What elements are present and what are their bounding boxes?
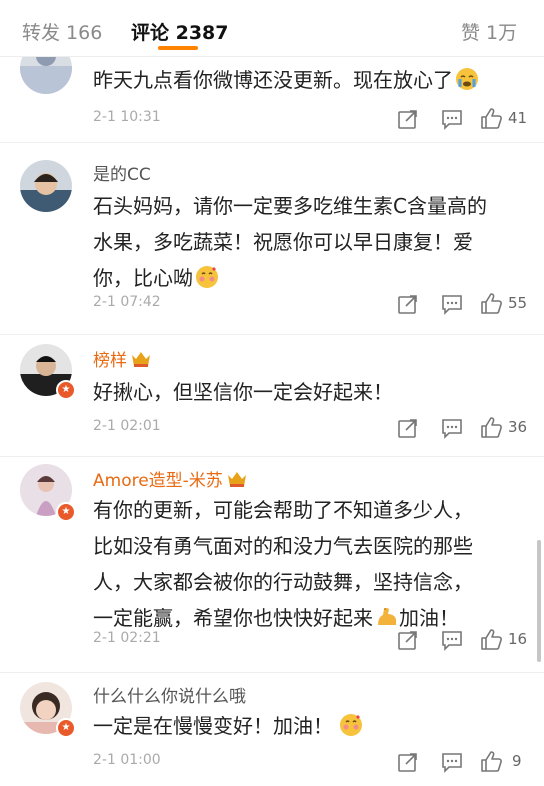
comment-text: 一定是在慢慢变好！加油！ — [93, 708, 523, 744]
comment-item: 昨天九点看你微博还没更新。现在放心了 2-1 10:31 41 — [0, 42, 544, 143]
comment-time: 2-1 02:01 — [93, 418, 161, 434]
repost-icon[interactable] — [396, 107, 420, 131]
tab-comments[interactable]: 评论 2387 — [131, 18, 229, 45]
crown-icon — [132, 352, 150, 367]
active-tab-indicator — [158, 46, 198, 50]
username[interactable]: 榜样 — [93, 346, 151, 371]
comment-text: 石头妈妈，请你一定要多吃维生素C含量高的 水果，多吃蔬菜！祝愿你可以早日康复！爱… — [93, 194, 487, 290]
like-icon[interactable] — [480, 628, 504, 652]
blush-heart-face-icon — [196, 266, 218, 288]
like-icon[interactable] — [480, 750, 504, 774]
scrollbar[interactable] — [537, 540, 541, 662]
repost-icon[interactable] — [396, 628, 420, 652]
like-icon[interactable] — [480, 107, 504, 131]
verified-badge-icon: ★ — [56, 380, 76, 400]
like-count: 9 — [512, 752, 522, 770]
comment-text: 有你的更新，可能会帮助了不知道多少人， 比如没有勇气面对的和没力气去医院的那些 … — [93, 498, 473, 630]
verified-badge-icon: ★ — [56, 718, 76, 738]
comment-time: 2-1 01:00 — [93, 752, 161, 768]
comment-item: ★ 榜样 好揪心，但坚信你一定会好起来！ 2-1 02:01 36 — [0, 334, 544, 457]
like-icon[interactable] — [480, 416, 504, 440]
repost-icon[interactable] — [396, 750, 420, 774]
tab-repost[interactable]: 转发 166 — [22, 18, 102, 45]
username[interactable]: Amore造型-米苏 — [93, 466, 247, 491]
blush-heart-face-icon — [340, 714, 362, 736]
like-count: 36 — [508, 418, 528, 436]
verified-badge-icon: ★ — [56, 502, 76, 522]
reply-icon[interactable] — [440, 750, 464, 774]
flexed-biceps-icon — [378, 608, 396, 625]
repost-icon[interactable] — [396, 416, 420, 440]
crown-icon — [227, 472, 246, 487]
like-icon[interactable] — [480, 292, 504, 316]
like-count: 16 — [508, 630, 528, 648]
comment-text: 好揪心，但坚信你一定会好起来！ — [93, 380, 393, 404]
like-count: 55 — [508, 294, 528, 312]
tab-likes[interactable]: 赞 1万 — [461, 18, 517, 45]
like-count: 41 — [508, 109, 528, 127]
comment-text: 昨天九点看你微博还没更新。现在放心了 — [93, 62, 523, 98]
comment-time: 2-1 07:42 — [93, 294, 161, 310]
reply-icon[interactable] — [440, 416, 464, 440]
avatar[interactable] — [20, 160, 72, 212]
username[interactable]: 什么什么你说什么哦 — [93, 682, 246, 707]
comment-item: ★ Amore造型-米苏 有你的更新，可能会帮助了不知道多少人， 比如没有勇气面… — [0, 456, 544, 673]
comment-time: 2-1 02:21 — [93, 630, 161, 646]
username[interactable]: 是的CC — [93, 160, 151, 185]
repost-icon[interactable] — [396, 292, 420, 316]
comment-item: 是的CC 石头妈妈，请你一定要多吃维生素C含量高的 水果，多吃蔬菜！祝愿你可以早… — [0, 142, 544, 335]
comment-item: ★ 什么什么你说什么哦 一定是在慢慢变好！加油！ 2-1 01:00 9 — [0, 672, 544, 786]
reply-icon[interactable] — [440, 628, 464, 652]
reply-icon[interactable] — [440, 292, 464, 316]
comment-time: 2-1 10:31 — [93, 109, 161, 125]
reply-icon[interactable] — [440, 107, 464, 131]
comment-tabs: 转发 166 评论 2387 赞 1万 — [0, 0, 544, 57]
crying-face-icon — [456, 68, 478, 90]
